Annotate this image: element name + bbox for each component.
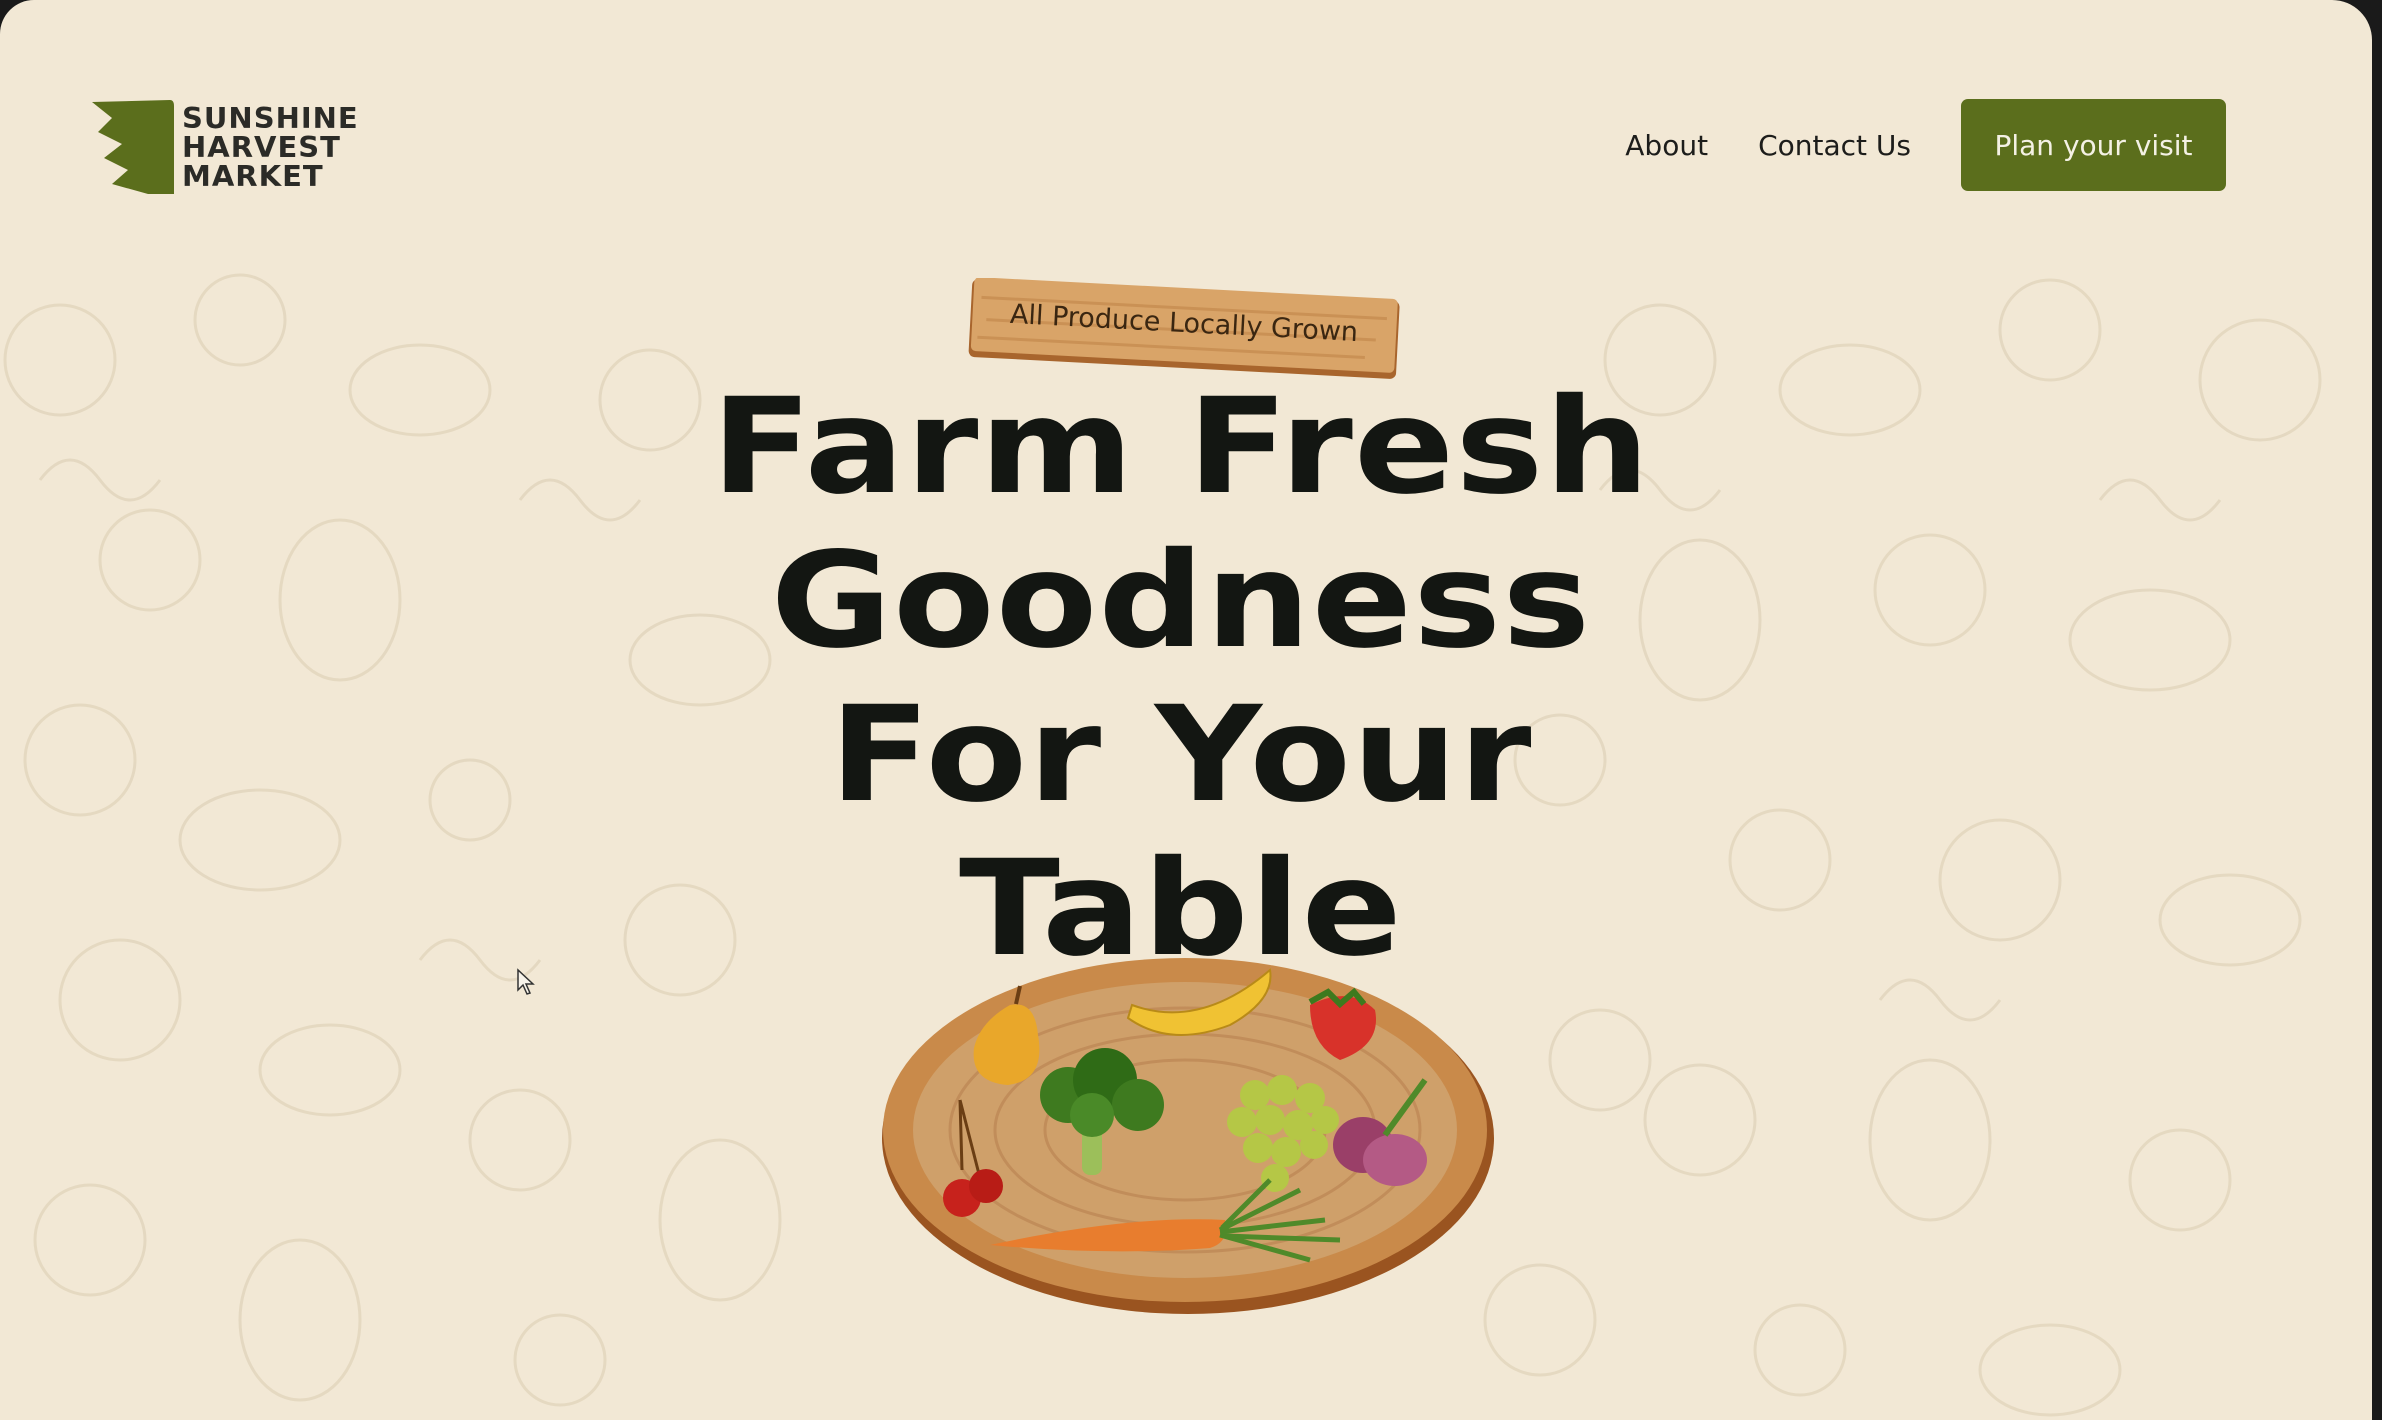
brand-line-3: MARKET (182, 159, 324, 193)
main-nav: About Contact Us Plan your visit (1625, 99, 2226, 191)
nav-link-about[interactable]: About (1625, 129, 1708, 162)
produce-board-illustration (882, 958, 1494, 1314)
browser-viewport: SUNSHINE HARVEST MARKET About Contact Us… (0, 0, 2372, 1420)
headline-line-1: Farm Fresh (711, 370, 1651, 524)
brand-line-2: HARVEST (182, 130, 341, 164)
zigzag-leaf-icon (92, 100, 174, 194)
nav-link-contact[interactable]: Contact Us (1758, 129, 1911, 162)
mouse-pointer-icon (517, 968, 535, 995)
brand-name: SUNSHINE HARVEST MARKET (182, 104, 359, 191)
headline-line-2: Goodness (770, 524, 1592, 678)
brand-line-1: SUNSHINE (182, 101, 359, 135)
site-header: SUNSHINE HARVEST MARKET About Contact Us… (0, 0, 2372, 230)
hero-headline: Farm Fresh Goodness For Your Table (586, 370, 1776, 986)
locally-grown-badge: All Produce Locally Grown (966, 278, 1402, 384)
headline-line-3: For Your (829, 678, 1533, 832)
brand-logo[interactable]: SUNSHINE HARVEST MARKET (92, 100, 359, 194)
plan-visit-button[interactable]: Plan your visit (1961, 99, 2226, 191)
